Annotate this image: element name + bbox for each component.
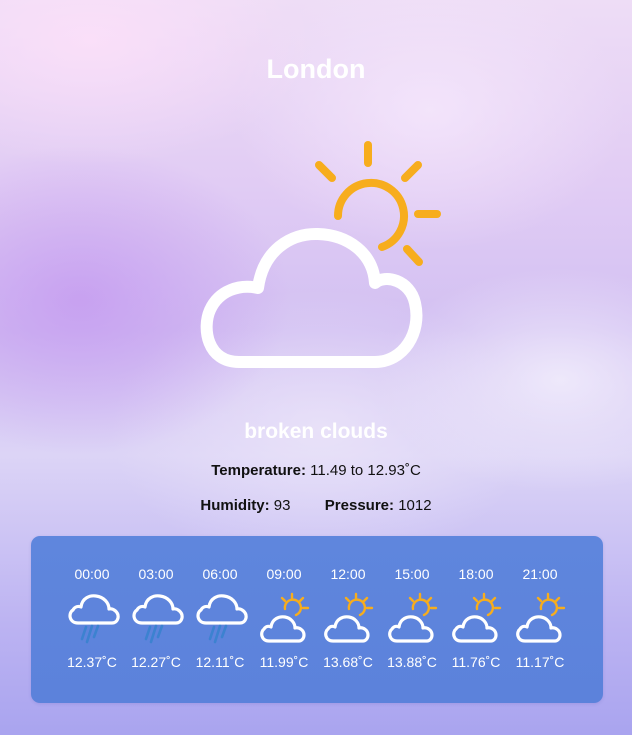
forecast-time: 12:00 <box>330 566 366 582</box>
rain-cloud-icon <box>66 591 120 647</box>
forecast-temperature: 13.68˚C <box>323 654 373 670</box>
forecast-time: 18:00 <box>458 566 494 582</box>
forecast-item: 18:00 11.76˚C <box>444 536 508 703</box>
weather-description: broken clouds <box>244 420 388 443</box>
forecast-item: 06:00 12.11˚C <box>188 536 252 703</box>
forecast-time: 21:00 <box>522 566 558 582</box>
forecast-item: 00:00 12.37˚C <box>60 536 124 703</box>
forecast-temperature: 11.99˚C <box>259 654 309 670</box>
sun-behind-cloud-icon <box>386 591 440 647</box>
temperature-label: Temperature: <box>211 462 306 479</box>
forecast-temperature: 11.76˚C <box>451 654 501 670</box>
rain-cloud-icon <box>194 591 248 647</box>
sun-behind-cloud-icon <box>195 138 445 383</box>
sun-behind-cloud-icon <box>322 591 376 647</box>
forecast-temperature: 12.37˚C <box>67 654 117 670</box>
forecast-time: 00:00 <box>74 566 110 582</box>
forecast-time: 15:00 <box>394 566 430 582</box>
pressure-label: Pressure: <box>324 497 395 514</box>
humidity-pressure-row: Humidity: 93 Pressure: 1012 <box>0 497 632 514</box>
forecast-temperature: 12.11˚C <box>195 654 245 670</box>
sun-behind-cloud-icon <box>450 591 504 647</box>
forecast-temperature: 13.88˚C <box>387 654 437 670</box>
hourly-forecast-panel: 00:00 12.37˚C 03:00 12.27˚C 06:00 12.11˚… <box>31 536 603 703</box>
temperature-row: Temperature: 11.49 to 12.93˚C <box>0 462 632 479</box>
forecast-temperature: 11.17˚C <box>515 654 565 670</box>
forecast-time: 03:00 <box>138 566 174 582</box>
forecast-temperature: 12.27˚C <box>131 654 181 670</box>
sun-behind-cloud-icon <box>258 591 312 647</box>
forecast-time: 06:00 <box>202 566 238 582</box>
humidity-label: Humidity: <box>200 497 270 514</box>
forecast-time: 09:00 <box>266 566 302 582</box>
humidity-value: 93 <box>273 497 291 514</box>
forecast-item: 09:00 11.99˚C <box>252 536 316 703</box>
forecast-item: 15:00 13.88˚C <box>380 536 444 703</box>
forecast-item: 03:00 12.27˚C <box>124 536 188 703</box>
temperature-value: 11.49 to 12.93˚C <box>310 462 421 479</box>
rain-cloud-icon <box>130 591 184 647</box>
city-name: London <box>266 54 366 84</box>
sun-behind-cloud-icon <box>514 591 568 647</box>
pressure-value: 1012 <box>398 497 432 514</box>
forecast-item: 12:00 13.68˚C <box>316 536 380 703</box>
forecast-item: 21:00 11.17˚C <box>508 536 572 703</box>
